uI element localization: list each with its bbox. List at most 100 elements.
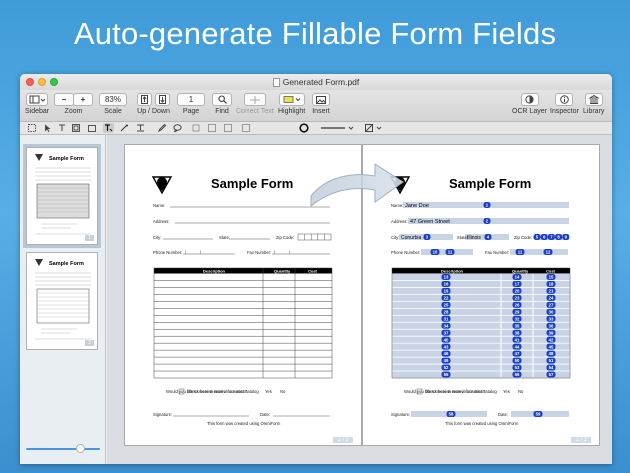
zoom-control: − + Zoom <box>54 93 93 115</box>
field-id-badge: 25 <box>441 301 451 308</box>
thumbnail-size-slider[interactable] <box>26 444 100 453</box>
ocr-layer-button[interactable] <box>520 93 539 106</box>
ocr-control: OCR Layer <box>512 93 547 115</box>
close-window-button[interactable] <box>26 78 34 86</box>
text-select-icon[interactable] <box>56 123 67 133</box>
library-button[interactable] <box>584 93 603 106</box>
search-icon <box>217 95 227 104</box>
name-label: Name: <box>153 203 165 208</box>
stamp-icon[interactable] <box>190 123 201 133</box>
field-id-badge: 52 <box>441 364 451 371</box>
inspector-button[interactable] <box>555 93 574 106</box>
page-thumbnail[interactable]: Sample Form 2 <box>26 252 98 350</box>
field-id-badge: 47 <box>512 350 522 357</box>
svg-text:29: 29 <box>515 309 520 314</box>
col-description: Description <box>441 268 464 273</box>
sidebar-control: Sidebar <box>25 93 49 115</box>
svg-text:20: 20 <box>515 289 520 294</box>
sidebar-toggle-button[interactable] <box>26 93 49 106</box>
field-id-badge: 13 <box>441 273 451 280</box>
svg-text:50: 50 <box>515 358 520 363</box>
pointer-icon[interactable] <box>42 123 53 133</box>
field-id-badge: 45 <box>546 343 556 350</box>
field-id-badge: 16 <box>441 280 451 287</box>
pen-icon[interactable] <box>156 123 167 133</box>
highlight-button[interactable] <box>278 93 305 106</box>
form-logo-icon <box>151 176 173 195</box>
highlight-icon <box>283 96 300 103</box>
snapshot-icon[interactable] <box>86 123 97 133</box>
window-controls <box>26 78 58 86</box>
shape-icon[interactable] <box>206 123 217 133</box>
page-down-button[interactable] <box>155 93 170 106</box>
field-id-badge: 6 <box>540 234 548 240</box>
zoom-window-button[interactable] <box>50 78 58 86</box>
find-control: Find <box>212 93 232 115</box>
field-id-badge: 27 <box>546 301 556 308</box>
zoom-in-button[interactable]: + <box>73 93 93 106</box>
page-up-button[interactable] <box>137 93 152 106</box>
field-id-badge: 2 <box>483 218 491 224</box>
field-id-badge: 31 <box>441 315 451 322</box>
field-id-badge: 54 <box>546 364 556 371</box>
svg-text:39: 39 <box>549 330 554 335</box>
field-id-badge: 18 <box>546 280 556 287</box>
field-id-badge: 28 <box>441 308 451 315</box>
magic-tool-icon[interactable] <box>119 123 130 133</box>
svg-text:(: ( <box>274 249 276 254</box>
color-ring-icon[interactable] <box>298 123 310 133</box>
thumbnail-title: Sample Form <box>49 261 84 267</box>
arrow-down-icon <box>159 95 166 104</box>
address-label: Address: <box>153 219 170 224</box>
arrow-up-icon <box>141 95 148 104</box>
fill-style-dropdown[interactable] <box>364 123 386 133</box>
correct-text-button[interactable] <box>243 93 266 106</box>
page-number-field[interactable]: 1 <box>177 93 205 106</box>
minimize-window-button[interactable] <box>38 78 46 86</box>
scale-control: 83% Scale <box>99 93 127 115</box>
col-description: Description <box>203 268 226 273</box>
field-id-badge: 53 <box>512 364 522 371</box>
area-select-icon[interactable] <box>70 123 81 133</box>
catalog-checkbox-label: Check here to receive our next catalog <box>187 389 259 394</box>
no-label: No <box>518 389 524 394</box>
insert-button[interactable] <box>312 93 330 106</box>
sidebar-icon <box>29 95 46 104</box>
field-id-badge: 34 <box>441 322 451 329</box>
zoom-label: Zoom <box>64 108 83 115</box>
svg-text:26: 26 <box>515 302 520 307</box>
zoom-out-button[interactable]: − <box>54 93 74 106</box>
highlight-control: Highlight <box>278 93 305 115</box>
svg-text:31: 31 <box>444 316 449 321</box>
form-footer: This form was created using OmniForm <box>445 421 519 426</box>
svg-text:58: 58 <box>449 412 454 417</box>
field-id-badge: 14 <box>512 273 522 280</box>
field-id-badge: 37 <box>441 329 451 336</box>
link-icon[interactable] <box>222 123 233 133</box>
city-label: City: <box>391 235 399 240</box>
col-quantity: Quantity <box>512 268 529 273</box>
find-button[interactable] <box>212 93 232 106</box>
pdf-document-icon <box>272 77 280 87</box>
inspector-control: Inspector <box>550 93 579 115</box>
thumbnail-page-number: 2 <box>85 340 94 346</box>
extra-tool-icon[interactable] <box>240 123 251 133</box>
scale-field[interactable]: 83% <box>99 93 127 106</box>
date-label: Date: <box>498 412 508 417</box>
form-field-icon[interactable] <box>135 123 146 133</box>
field-id-badge: 8 <box>555 234 563 240</box>
updown-label: Up / Down <box>137 108 170 115</box>
note-icon[interactable] <box>172 123 183 133</box>
field-id-badge: 35 <box>512 322 522 329</box>
text-tool-icon[interactable] <box>103 123 114 133</box>
window-title: Generated Form.pdf <box>282 77 360 87</box>
document-view: Sample Form Name: Address: City: State: … <box>107 135 612 464</box>
insert-control: Insert <box>312 93 330 115</box>
select-rect-icon[interactable] <box>26 123 37 133</box>
line-style-dropdown[interactable] <box>320 123 356 133</box>
yes-label: Yes <box>503 389 510 394</box>
svg-text:10: 10 <box>433 250 438 255</box>
page-thumbnail[interactable]: Sample Form 1 <box>23 144 101 248</box>
form-footer: This form was created using OmniForm <box>207 421 281 426</box>
slider-knob[interactable] <box>76 444 85 453</box>
